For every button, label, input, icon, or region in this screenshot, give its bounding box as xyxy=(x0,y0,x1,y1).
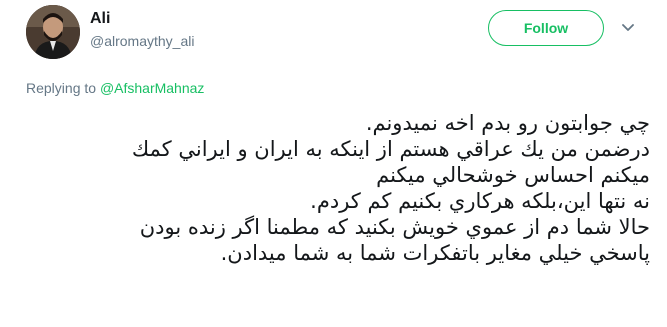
tweet-line: پاسخي خيلي مغاير باتفكرات شما به شما ميد… xyxy=(220,241,650,265)
avatar[interactable] xyxy=(26,5,80,59)
tweet-line: نه نتها اين،بلكه هركاري بكنيم كم كردم. xyxy=(310,189,650,213)
tweet-card: Ali @alromaythy_ali Follow Replying to @… xyxy=(0,0,667,327)
tweet-line: حالا شما دم از عموي خويش بكنيد كه مطمنا … xyxy=(139,215,650,239)
chevron-down-icon[interactable] xyxy=(618,18,638,38)
follow-button[interactable]: Follow xyxy=(488,10,604,46)
tweet-line: چي جوابتون رو بدم اخه نميدونم. xyxy=(365,111,650,135)
reply-prefix: Replying to xyxy=(26,80,97,96)
tweet-line: ميكنم احساس خوشحالي ميكنم xyxy=(376,163,650,187)
tweet-text: چي جوابتون رو بدم اخه نميدونم. درضمن من … xyxy=(30,110,650,266)
user-handle[interactable]: @alromaythy_ali xyxy=(90,32,194,50)
avatar-image xyxy=(26,5,80,59)
display-name[interactable]: Ali xyxy=(90,9,110,29)
reply-context: Replying to @AfsharMahnaz xyxy=(26,79,204,97)
reply-mention-link[interactable]: @AfsharMahnaz xyxy=(100,80,204,96)
tweet-line: درضمن من يك عراقي هستم از اينكه به ايران… xyxy=(131,137,650,161)
